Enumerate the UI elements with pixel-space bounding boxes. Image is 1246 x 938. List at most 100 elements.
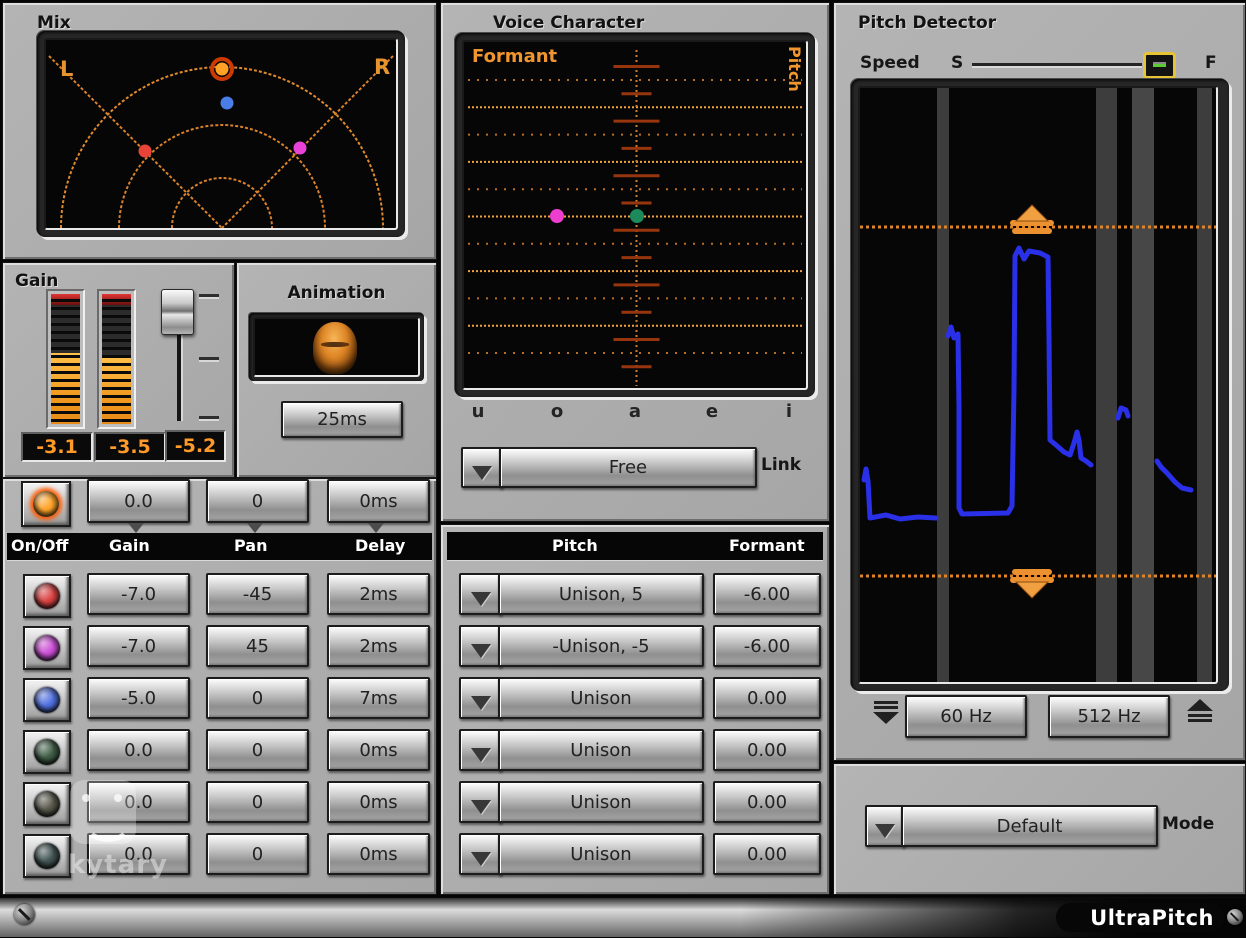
pf5-pitch-value[interactable]: Unison [498,781,704,823]
voice2-delay-button[interactable]: 2ms [327,625,430,667]
voice2-gain-button[interactable]: -7.0 [87,625,190,667]
pf3-dropdown-arrow[interactable] [459,677,502,719]
chevron-down-icon [875,824,895,838]
pitch-graph-display[interactable] [858,86,1218,684]
header-gain: Gain [109,536,150,555]
chevron-down-icon [471,748,491,762]
voice4-gain-button[interactable]: 0.0 [87,729,190,771]
face-animation-image [313,322,357,374]
voice5-delay-button[interactable]: 0ms [327,781,430,823]
chevron-down-icon [471,644,491,658]
voice5-onoff-button[interactable] [23,782,71,826]
mix-right-channel-label: R [374,55,390,79]
master-pan-button[interactable]: 0 [206,479,309,523]
mode-dropdown-arrow[interactable] [865,805,905,847]
voice3-onoff-button[interactable] [23,678,71,722]
voice1-onoff-button[interactable] [23,574,71,618]
gain-right-readout: -3.5 [94,432,166,462]
pf5-dropdown-arrow[interactable] [459,781,502,823]
pf3-pitch-value[interactable]: Unison [498,677,704,719]
voice4-pan-button[interactable]: 0 [206,729,309,771]
voice5-gain-button[interactable]: 0.0 [87,781,190,823]
link-mode-value[interactable]: Free [499,447,757,488]
voice6-onoff-button[interactable] [23,834,71,878]
vowel-o-label: o [551,401,563,422]
pf2-dropdown-arrow[interactable] [459,625,502,667]
master-gain-button[interactable]: 0.0 [87,479,190,523]
animation-display [253,317,420,377]
pf1-dropdown-arrow[interactable] [459,573,502,615]
pf6-formant-value[interactable]: 0.00 [713,833,821,875]
pf2-pitch-value[interactable]: -Unison, -5 [498,625,704,667]
gain-panel: Gain -3.1 -3.5 -5.2 [2,262,235,478]
speed-slider-handle[interactable] [1143,52,1176,79]
voice2-pan-button[interactable]: 45 [206,625,309,667]
pf4-dropdown-arrow[interactable] [459,729,502,771]
mode-value[interactable]: Default [901,805,1158,847]
animation-display-bezel [249,313,424,381]
voice3-led-icon [34,687,60,713]
voice3-gain-button[interactable]: -5.0 [87,677,190,719]
animation-buffer-button[interactable]: 25ms [281,401,403,438]
pf4-formant-value[interactable]: 0.00 [713,729,821,771]
voice6-pan-button[interactable]: 0 [206,833,309,875]
voice-character-bezel: Formant Pitch [455,33,815,397]
chevron-down-icon [471,696,491,710]
voice1-delay-button[interactable]: 2ms [327,573,430,615]
pan-column-pointer-icon [247,523,263,533]
voice2-onoff-button[interactable] [23,626,71,670]
master-delay-button[interactable]: 0ms [327,479,430,523]
header-delay: Delay [355,536,405,555]
pf5-formant-value[interactable]: 0.00 [713,781,821,823]
delay-column-pointer-icon [368,523,384,533]
brand-lozenge: UltraPitch [1056,903,1224,932]
mode-panel: Default Mode [833,763,1246,895]
speed-handle-led [1153,64,1166,67]
voice5-pan-button[interactable]: 0 [206,781,309,823]
low-freq-button[interactable]: 60 Hz [905,695,1027,738]
vowel-u-label: u [472,401,485,422]
pitch-graph-bezel [851,79,1229,691]
pf6-pitch-value[interactable]: Unison [498,833,704,875]
header-onoff: On/Off [11,536,68,555]
vowel-e-label: e [706,401,718,422]
high-threshold-icon[interactable] [1186,699,1214,723]
mix-pan-display[interactable]: L R [44,38,398,230]
vowel-a-label: a [629,401,641,422]
voice6-delay-button[interactable]: 0ms [327,833,430,875]
pf2-formant-value[interactable]: -6.00 [713,625,821,667]
gain-left-readout: -3.1 [21,432,93,462]
pf1-formant-value[interactable]: -6.00 [713,573,821,615]
link-mode-dropdown-arrow[interactable] [461,447,503,488]
speed-slow-label: S [951,53,963,73]
pf3-formant-value[interactable]: 0.00 [713,677,821,719]
gain-fader-handle[interactable] [161,289,194,335]
mix-left-channel-label: L [60,57,73,81]
voice3-delay-button[interactable]: 7ms [327,677,430,719]
pf6-dropdown-arrow[interactable] [459,833,502,875]
voice1-pan-button[interactable]: -45 [206,573,309,615]
pf1-pitch-value[interactable]: Unison, 5 [498,573,704,615]
mode-label: Mode [1162,814,1214,834]
voice-character-display[interactable]: Formant Pitch [462,40,808,390]
pf4-pitch-value[interactable]: Unison [498,729,704,771]
formant-header: Formant [729,536,805,555]
voices-table-header: On/Off Gain Pan Delay [7,533,432,560]
voice-character-title: Voice Character [493,13,644,33]
voice1-gain-button[interactable]: -7.0 [87,573,190,615]
mix-display-bezel: L R [37,31,405,237]
bottom-bar: UltraPitch [0,897,1246,937]
high-freq-button[interactable]: 512 Hz [1048,695,1170,738]
master-onoff-button[interactable] [21,481,71,527]
speed-fast-label: F [1205,53,1217,73]
low-threshold-icon[interactable] [872,701,900,725]
speed-slider-track[interactable] [972,63,1142,66]
fader-tick-top [199,294,219,297]
voice6-gain-button[interactable]: 0.0 [87,833,190,875]
header-pan: Pan [234,536,267,555]
voice3-pan-button[interactable]: 0 [206,677,309,719]
voice4-delay-button[interactable]: 0ms [327,729,430,771]
chevron-down-icon [471,800,491,814]
voice4-onoff-button[interactable] [23,730,71,774]
app-logo-text: UltraPitch [1090,906,1214,930]
